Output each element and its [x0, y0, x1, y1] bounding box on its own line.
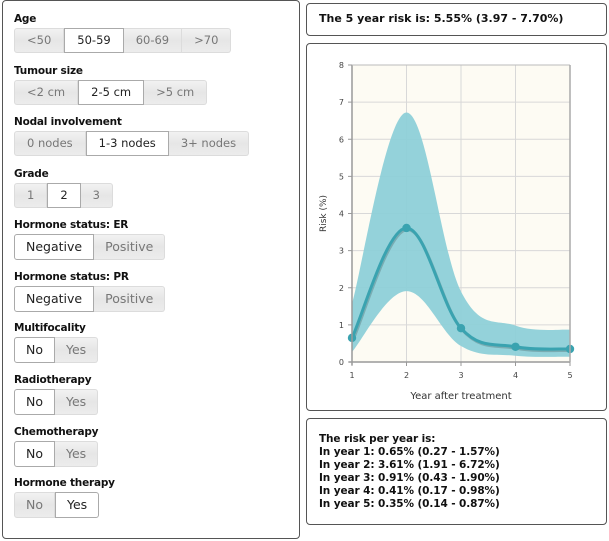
chemotherapy-option-no[interactable]: No: [14, 441, 55, 467]
er-selector: Negative Positive: [14, 234, 166, 260]
chemotherapy-selector: No Yes: [14, 441, 99, 467]
multifocality-option-yes[interactable]: Yes: [55, 337, 99, 363]
age-label: Age: [14, 13, 37, 25]
risk-point: [511, 342, 520, 351]
y-tick-label: 6: [339, 135, 344, 144]
chemotherapy-label: Chemotherapy: [14, 426, 99, 438]
er-option-positive[interactable]: Positive: [94, 234, 166, 260]
y-tick-label: 8: [339, 61, 344, 70]
y-tick-label: 5: [339, 172, 344, 181]
er-group: Hormone status: ER Negative Positive: [14, 218, 166, 260]
pr-option-positive[interactable]: Positive: [94, 286, 166, 312]
hormone-therapy-label: Hormone therapy: [14, 477, 115, 489]
risk-point: [456, 324, 466, 333]
per-year-line: In year 1: 0.65% (0.27 - 1.57%): [319, 446, 500, 458]
pr-group: Hormone status: PR Negative Positive: [14, 270, 166, 312]
hormone-therapy-option-no[interactable]: No: [14, 492, 55, 518]
chart-panel: 0 1 2 3 4 5 6 7 8 1 2 3 4 5 Year after treatment Risk (…: [306, 43, 607, 411]
per-year-risk-box: The risk per year is: In year 1: 0.65% (…: [306, 418, 607, 525]
multifocality-group: Multifocality No Yes: [14, 321, 99, 363]
y-tick-label: 0: [339, 358, 344, 367]
nodal-label: Nodal involvement: [14, 116, 122, 128]
age-option-lt-50[interactable]: <50: [14, 28, 65, 53]
risk-point: [402, 223, 411, 233]
five-year-risk-box: The 5 year risk is: 5.55% (3.97 - 7.70%): [306, 3, 607, 36]
age-selector: <50 50-59 60-69 >70: [14, 28, 232, 53]
y-axis-label: Risk (%): [319, 195, 329, 232]
input-panel: Age <50 50-59 60-69 >70 Tumour size <2 cm 2-5 c…: [2, 0, 300, 539]
radiotherapy-group: Radiotherapy No Yes: [14, 373, 99, 415]
tumour-size-group: Tumour size <2 cm 2-5 cm >5 cm: [14, 64, 208, 105]
grade-option-1[interactable]: 1: [14, 183, 48, 208]
tumour-size-selector: <2 cm 2-5 cm >5 cm: [14, 80, 208, 105]
age-option-gt-70[interactable]: >70: [182, 28, 232, 53]
nodal-option-1-3-nodes[interactable]: 1-3 nodes: [85, 131, 169, 156]
hormone-therapy-option-yes[interactable]: Yes: [55, 492, 100, 518]
per-year-title: The risk per year is:: [319, 433, 436, 445]
multifocality-label: Multifocality: [14, 322, 86, 334]
grade-option-3[interactable]: 3: [80, 183, 113, 208]
chemotherapy-option-yes[interactable]: Yes: [55, 441, 99, 467]
radiotherapy-selector: No Yes: [14, 389, 99, 415]
y-tick-label: 7: [339, 98, 344, 107]
pr-option-negative[interactable]: Negative: [14, 286, 95, 312]
y-tick-label: 3: [339, 247, 344, 256]
tumour-size-option-2-5-cm[interactable]: 2-5 cm: [78, 80, 145, 105]
per-year-line: In year 4: 0.41% (0.17 - 0.98%): [319, 485, 500, 497]
grade-group: Grade 1 2 3: [14, 167, 113, 208]
five-year-risk-text: The 5 year risk is: 5.55% (3.97 - 7.70%): [319, 12, 564, 25]
x-tick-label: 3: [458, 371, 463, 380]
grade-option-2[interactable]: 2: [47, 183, 81, 208]
nodal-group: Nodal involvement 0 nodes 1-3 nodes 3+ node…: [14, 115, 250, 156]
age-option-60-69[interactable]: 60-69: [123, 28, 183, 53]
risk-chart: 0123456781 2 3 4 5Year after treatmentRisk (…: [319, 61, 575, 402]
x-axis-label: Year after treatment: [409, 391, 511, 402]
er-label: Hormone status: ER: [14, 219, 129, 231]
radiotherapy-option-yes[interactable]: Yes: [55, 389, 99, 415]
pr-selector: Negative Positive: [14, 286, 166, 312]
radiotherapy-label: Radiotherapy: [14, 374, 92, 386]
pr-label: Hormone status: PR: [14, 271, 129, 283]
per-year-risk-list: The risk per year is: In year 1: 0.65% (…: [319, 433, 500, 511]
x-tick-label: 4: [513, 371, 518, 380]
grade-selector: 123: [14, 183, 113, 208]
radiotherapy-option-no[interactable]: No: [14, 389, 55, 415]
per-year-line: In year 3: 0.91% (0.43 - 1.90%): [319, 472, 500, 484]
hormone-therapy-group: Hormone therapy No Yes: [14, 476, 115, 518]
nodal-option-0-nodes[interactable]: 0 nodes: [14, 131, 86, 156]
hormone-therapy-selector: No Yes: [14, 492, 115, 518]
er-option-negative[interactable]: Negative: [14, 234, 95, 260]
x-tick-label: 1: [349, 371, 354, 380]
tumour-size-option-lt-2-cm[interactable]: <2 cm: [14, 80, 79, 105]
grade-label: Grade: [14, 168, 49, 180]
age-group: Age <50 50-59 60-69 >70: [14, 12, 232, 53]
y-tick-label: 4: [339, 210, 344, 219]
multifocality-selector: No Yes: [14, 337, 99, 363]
per-year-line: In year 2: 3.61% (1.91 - 6.72%): [319, 459, 500, 471]
tumour-size-option-gt-5-cm[interactable]: >5 cm: [144, 80, 208, 105]
nodal-selector: 0 nodes 1-3 nodes 3+ nodes: [14, 131, 250, 156]
age-option-50-59[interactable]: 50-59: [64, 28, 124, 53]
y-tick-label: 1: [339, 321, 344, 330]
x-tick-label: 2: [404, 371, 409, 380]
chemotherapy-group: Chemotherapy No Yes: [14, 425, 98, 467]
y-tick-label: 2: [339, 284, 344, 293]
tumour-size-label: Tumour size: [14, 65, 83, 77]
multifocality-option-no[interactable]: No: [14, 337, 55, 363]
nodal-option-3plus-nodes[interactable]: 3+ nodes: [168, 131, 250, 156]
x-tick-label: 5: [567, 371, 572, 380]
per-year-line: In year 5: 0.35% (0.14 - 0.87%): [319, 498, 500, 510]
